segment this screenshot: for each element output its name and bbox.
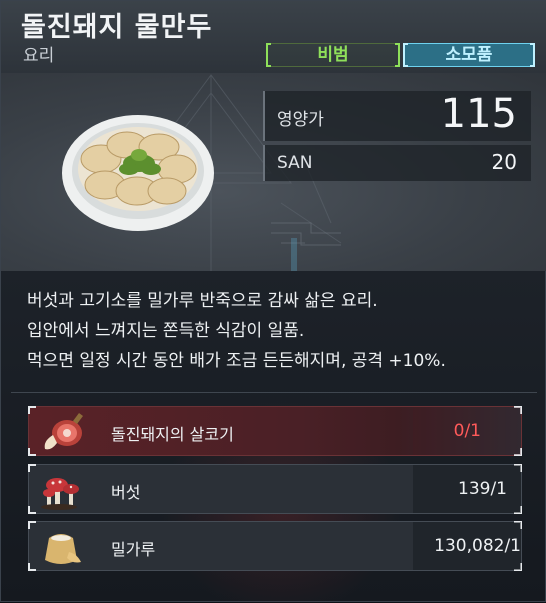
- ingredient-quantity: 0/1: [453, 421, 481, 441]
- san-stat: SAN 20: [263, 145, 531, 181]
- ingredient-name: 버섯: [111, 483, 141, 502]
- nutrition-value: 115: [440, 91, 517, 137]
- item-tooltip-panel: 돌진돼지 물만두 요리 비범 소모품 영양가 115 SAN 20 버섯과 고기…: [0, 0, 546, 603]
- description-line: 버섯과 고기소를 밀가루 반죽으로 감싸 삶은 요리.: [27, 291, 378, 311]
- nutrition-stat: 영양가 115: [263, 91, 531, 141]
- ingredient-quantity: 139/1: [458, 479, 507, 499]
- mushroom-icon: [29, 465, 93, 513]
- type-tag: 소모품: [403, 43, 535, 67]
- description-line: 입안에서 느껴지는 쫀득한 식감이 일품.: [27, 321, 305, 341]
- san-label: SAN: [277, 153, 313, 173]
- item-category: 요리: [23, 46, 55, 66]
- san-value: 20: [491, 150, 517, 174]
- item-title: 돌진돼지 물만두: [21, 12, 213, 43]
- ingredient-name: 돌진돼지의 살코기: [111, 425, 234, 444]
- description-line: 먹으면 일정 시간 동안 배가 조금 든든해지며, 공격 +10%.: [27, 351, 446, 371]
- nutrition-label: 영양가: [277, 110, 324, 130]
- ingredient-quantity: 130,082/1: [434, 536, 521, 556]
- ingredient-row[interactable]: 밀가루 130,082/1: [28, 521, 522, 571]
- rarity-tag: 비범: [266, 43, 400, 67]
- meat-icon: [29, 407, 93, 455]
- flour-sack-icon: [29, 522, 93, 570]
- ingredient-row[interactable]: 버섯 139/1: [28, 464, 522, 514]
- ingredient-name: 밀가루: [111, 540, 156, 559]
- ingredient-row[interactable]: 돌진돼지의 살코기 0/1: [28, 406, 522, 456]
- item-preview-area: 영양가 115 SAN 20: [1, 73, 546, 271]
- item-header: 돌진돼지 물만두 요리 비범 소모품: [1, 1, 546, 73]
- dumpling-dish-image: [62, 115, 214, 231]
- item-description: 버섯과 고기소를 밀가루 반죽으로 감싸 삶은 요리. 입안에서 느껴지는 쫀득…: [27, 286, 527, 376]
